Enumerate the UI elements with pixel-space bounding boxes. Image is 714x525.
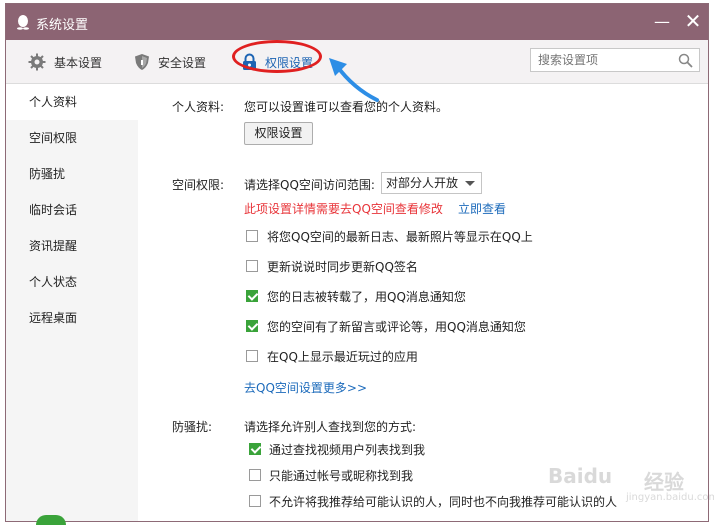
- profile-section-label: 个人资料:: [172, 100, 225, 114]
- harass-option-checkbox-1[interactable]: [249, 443, 261, 455]
- space-section-label: 空间权限:: [172, 178, 225, 192]
- space-option-checkbox-1[interactable]: [246, 230, 258, 242]
- baidu-jingyan-watermark: Baidu 经验 jingyan.baidu.com: [548, 460, 714, 510]
- qq-penguin-icon: [17, 15, 29, 30]
- space-option-checkbox-3[interactable]: [246, 290, 258, 302]
- space-option-checkbox-2[interactable]: [246, 260, 258, 272]
- highlight-oval: [232, 40, 322, 73]
- sidebar-item-space-permission[interactable]: 空间权限: [6, 120, 138, 156]
- space-option-label-3: 您的日志被转载了，用QQ消息通知您: [267, 290, 466, 304]
- watermark-url: jingyan.baidu.com: [626, 492, 714, 503]
- space-range-select[interactable]: 对部分人开放: [381, 172, 482, 194]
- harass-option-label-2: 只能通过帐号或昵称找到我: [269, 469, 414, 483]
- sidebar-item-temp-chat[interactable]: 临时会话: [6, 192, 138, 228]
- more-space-settings-link[interactable]: 去QQ空间设置更多>>: [244, 379, 367, 396]
- close-button[interactable]: ✕: [682, 10, 704, 32]
- space-option-label-4: 您的空间有了新留言或评论等，用QQ消息通知您: [267, 320, 526, 334]
- space-option-label-5: 在QQ上显示最近玩过的应用: [267, 350, 418, 364]
- settings-search[interactable]: [530, 48, 700, 72]
- search-input[interactable]: [538, 52, 678, 68]
- sidebar-item-profile[interactable]: 个人资料: [6, 84, 138, 120]
- sidebar-item-news-reminder[interactable]: 资讯提醒: [6, 228, 138, 264]
- harass-option-checkbox-3[interactable]: [249, 495, 261, 507]
- search-icon[interactable]: [678, 53, 693, 68]
- shield-icon: [135, 54, 149, 70]
- gear-icon: [28, 53, 46, 71]
- space-warning-text: 此项设置详情需要去QQ空间查看修改: [244, 202, 443, 216]
- watermark-brand: Baidu: [548, 464, 613, 488]
- sidebar-item-anti-harass[interactable]: 防骚扰: [6, 156, 138, 192]
- harass-section-label: 防骚扰:: [172, 420, 213, 434]
- title-bar: 系统设置 — ✕: [6, 4, 708, 40]
- sidebar-item-remote-desktop[interactable]: 远程桌面: [6, 300, 138, 336]
- view-now-link[interactable]: 立即查看: [458, 200, 506, 217]
- space-option-label-1: 将您QQ空间的最新日志、最新照片等显示在QQ上: [267, 230, 533, 244]
- harass-prompt: 请选择允许别人查找到您的方式:: [244, 420, 417, 434]
- harass-option-label-1: 通过查找视频用户列表找到我: [269, 443, 426, 457]
- window-title: 系统设置: [36, 18, 89, 33]
- minimize-button[interactable]: —: [651, 11, 673, 33]
- tab-security-settings[interactable]: 安全设置: [134, 52, 206, 72]
- settings-content: 个人资料: 您可以设置谁可以查看您的个人资料。 权限设置 空间权限: 请选择QQ…: [138, 84, 708, 521]
- space-option-checkbox-5[interactable]: [246, 350, 258, 362]
- tab-basic-settings-label: 基本设置: [54, 55, 103, 70]
- watermark-paw-text: du: [583, 464, 613, 488]
- harass-option-checkbox-2[interactable]: [249, 469, 261, 481]
- pointer-arrow-icon: [329, 58, 379, 102]
- tab-security-settings-label: 安全设置: [158, 55, 207, 70]
- watermark-suffix: 经验: [644, 470, 684, 494]
- space-range-label: 请选择QQ空间访问范围:: [244, 178, 375, 192]
- tab-basic-settings[interactable]: 基本设置: [28, 52, 102, 72]
- space-option-checkbox-4[interactable]: [246, 320, 258, 332]
- bottom-peek-shape: [36, 515, 66, 525]
- chevron-down-icon: [465, 181, 475, 186]
- profile-permission-button[interactable]: 权限设置: [244, 122, 313, 145]
- sidebar-item-personal-status[interactable]: 个人状态: [6, 264, 138, 300]
- space-option-label-2: 更新说说时同步更新QQ签名: [267, 260, 418, 274]
- settings-sidebar: 个人资料 空间权限 防骚扰 临时会话 资讯提醒 个人状态 远程桌面: [6, 84, 138, 521]
- space-range-value: 对部分人开放: [386, 176, 459, 190]
